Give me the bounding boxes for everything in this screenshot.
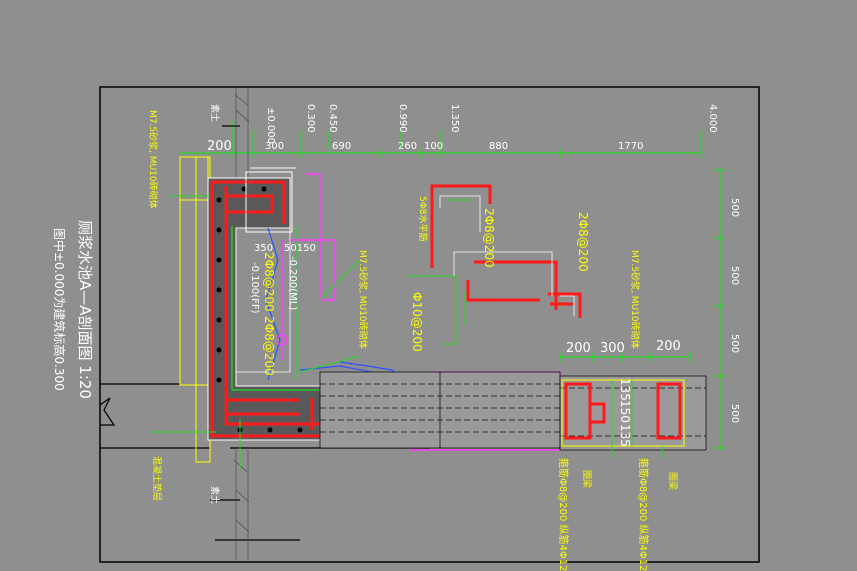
drawing-subtitle: 图中±0.000为建筑标高0.300 (52, 228, 66, 391)
rebar-label-2: Φ10@200 (410, 292, 424, 352)
beam-dim-2: 200 (656, 339, 681, 354)
elevation-5: 4.000 (707, 104, 718, 133)
wall-note-2: M7.5砂浆, MU10砖砌体 (629, 250, 639, 349)
rebar-callout: 5Φ8水平筋 (417, 196, 427, 242)
drawing-frame (99, 86, 760, 563)
rebar-label-4: 2Φ8@200 (576, 212, 590, 272)
top-dim-2: 690 (332, 141, 352, 152)
top-dim-0: 200 (207, 139, 232, 154)
beam-dim-1: 300 (600, 341, 625, 356)
elevation-4: 1.350 (449, 104, 460, 133)
beam-detail-dim-1: 150 (618, 400, 632, 423)
stirrup-note-0: 箍筋Φ8@200 纵筋4Φ12 (557, 458, 568, 571)
level-0: -0.100(FF) (249, 262, 260, 314)
soil-label-1: 素土 (209, 486, 219, 505)
elevation-2: 0.450 (327, 104, 338, 133)
right-dim-2: 500 (729, 334, 740, 354)
top-dim-1: 300 (265, 141, 285, 152)
cad-drawing-canvas: 厕浆水池A—A剖面图 1:20 图中±0.000为建筑标高0.300 ±0.00… (0, 0, 857, 571)
beam-dim-0: 200 (566, 341, 591, 356)
level-1: -0.200(ML) (287, 256, 298, 311)
right-dim-3: 500 (729, 404, 740, 424)
top-dimension-line (180, 120, 701, 158)
side-note-0: 混凝土垫层 (151, 456, 161, 502)
top-dim-4: 100 (424, 141, 444, 152)
soil-label-0: 素土 (209, 104, 219, 123)
top-dim-5: 880 (489, 141, 509, 152)
right-dim-0: 500 (729, 198, 740, 218)
elevation-0: ±0.000 (265, 107, 276, 145)
rebar-label-1: 2Φ8@200 (262, 316, 276, 376)
top-dim-6: 1770 (618, 141, 644, 152)
stirrup-note-1: 箍筋Φ8@200 纵筋4Φ12 (637, 458, 648, 571)
rebar-detail-dims (439, 195, 575, 316)
right-dimension-line (714, 169, 726, 450)
brick-masonry (319, 371, 707, 451)
pipe-dim-1: 50150 (284, 243, 316, 254)
elevation-3: 0.990 (397, 104, 408, 133)
wall-note-0: M7.5砂浆, MU10砖砌体 (147, 110, 157, 209)
wall-note-1: M7.5砂浆, MU10砖砌体 (357, 250, 367, 349)
rebar-label-0: 2Φ8@200 (262, 252, 276, 312)
beam-detail-dim-2: 135 (618, 424, 632, 447)
elevation-1: 0.300 (305, 104, 316, 133)
beam-tag-1: 圈梁 (667, 472, 677, 491)
rebar-label-3: 2Φ8@200 (482, 208, 496, 268)
beam-detail-dim-0: 135 (618, 378, 632, 401)
drawing-title: 厕浆水池A—A剖面图 1:20 (76, 220, 94, 399)
top-dim-3: 260 (398, 141, 418, 152)
right-dim-1: 500 (729, 266, 740, 286)
beam-tag-0: 圈梁 (581, 470, 591, 489)
